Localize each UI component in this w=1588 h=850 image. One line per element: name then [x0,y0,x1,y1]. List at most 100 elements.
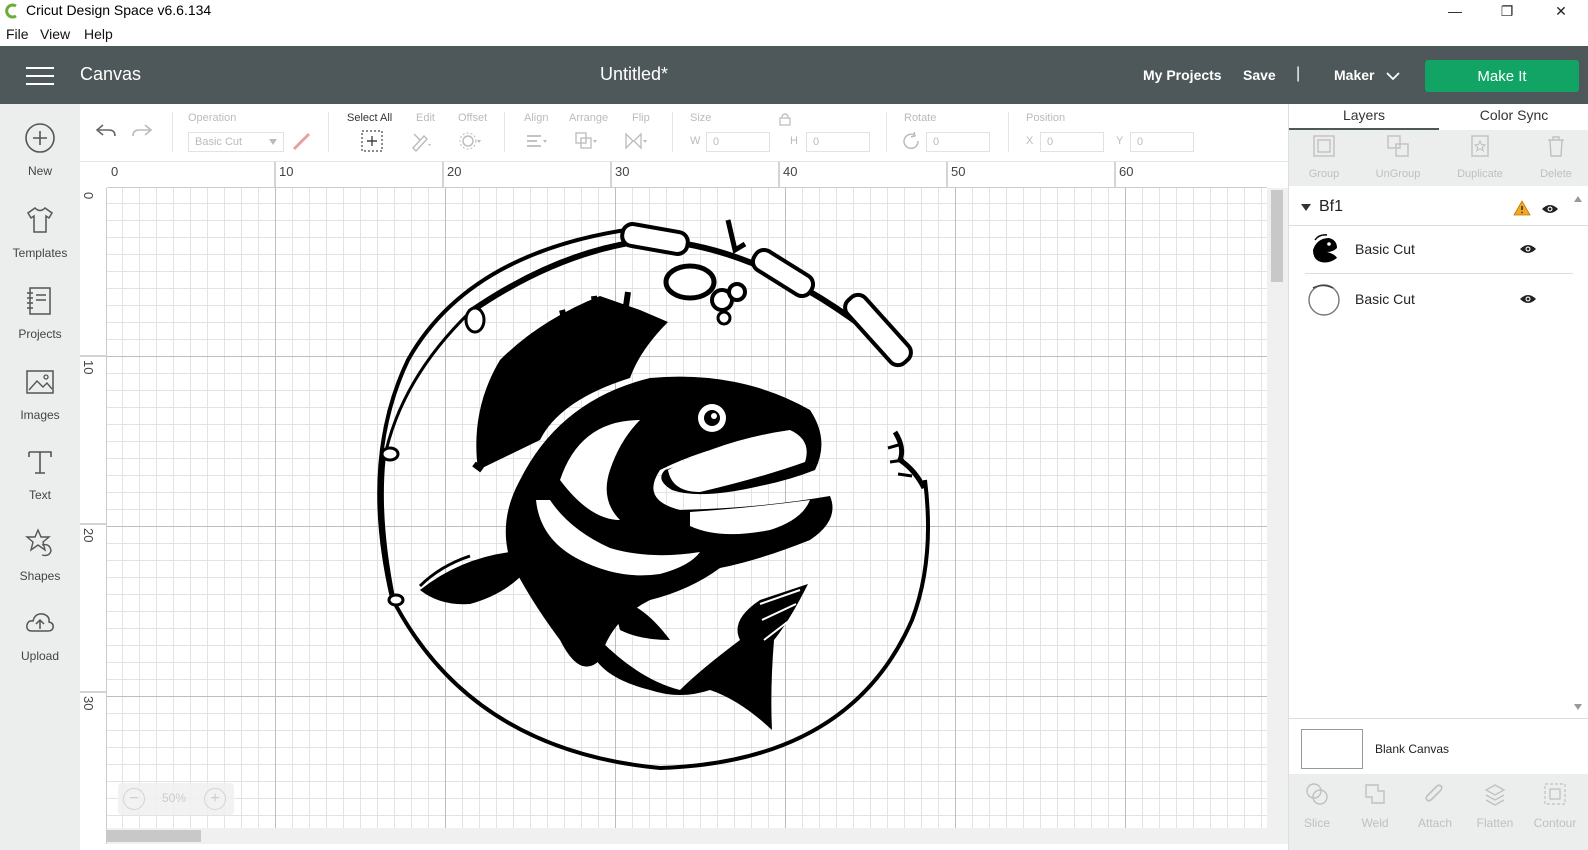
sidebar-images-label: Images [20,408,60,422]
offset-label: Offset [458,112,488,124]
group-icon [1313,135,1335,157]
window-title: Cricut Design Space v6.6.134 [26,2,212,18]
document-title[interactable]: Untitled* [600,64,668,85]
zoom-control: − 50% + [118,783,234,815]
operation-select[interactable]: Basic Cut [188,132,284,152]
canvas-horizontal-scrollbar[interactable] [107,828,1267,844]
cricut-logo-icon [5,3,17,19]
width-value: 0 [713,136,720,148]
eye-icon[interactable] [1519,243,1537,255]
cloud-upload-icon [26,613,54,632]
make-it-button[interactable]: Make It [1425,60,1579,92]
minimize-button[interactable]: — [1432,0,1478,22]
rotate-icon[interactable] [900,130,924,152]
chevron-down-icon [1386,72,1400,81]
my-projects-link[interactable]: My Projects [1143,67,1222,83]
sidebar-new[interactable]: New [0,116,80,188]
select-all-label: Select All [347,112,393,124]
duplicate-button[interactable]: Duplicate [1445,132,1515,184]
notebook-icon [27,287,51,315]
sidebar-templates-label: Templates [12,246,68,260]
menu-file[interactable]: File [6,26,29,42]
redo-icon[interactable] [130,120,154,142]
scroll-down-icon[interactable] [1574,704,1582,710]
shapes-icon [25,528,52,557]
zoom-in-button[interactable]: + [204,788,226,810]
width-input[interactable]: 0 [706,132,770,152]
ungroup-button[interactable]: UnGroup [1363,132,1433,184]
sidebar-upload[interactable]: Upload [0,601,80,673]
arrange-icon[interactable] [574,130,598,152]
flatten-label: Flatten [1476,816,1514,830]
flip-icon[interactable] [624,130,648,152]
position-label: Position [1026,112,1066,124]
sidebar-images[interactable]: Images [0,360,80,432]
close-button[interactable]: ✕ [1538,0,1584,22]
layer-actions-bar: Group UnGroup Duplicate Delete [1289,130,1588,186]
picture-icon [26,370,54,394]
layer-group-row[interactable]: Bf1 [1289,192,1588,226]
zoom-level: 50% [162,791,187,805]
select-all-icon[interactable] [360,130,384,152]
zoom-out-button[interactable]: − [123,788,145,810]
ruler-corner [80,162,107,188]
sidebar-text[interactable]: Text [0,440,80,512]
attach-button[interactable]: Attach [1407,780,1463,842]
scrollbar-thumb[interactable] [107,830,201,842]
hamburger-menu-icon[interactable] [26,67,54,85]
position-x-input[interactable]: 0 [1040,132,1104,152]
size-w-label: W [690,135,701,147]
lock-icon[interactable] [779,112,791,126]
weld-icon [1365,784,1385,804]
blank-canvas-label: Blank Canvas [1375,742,1450,756]
canvas-vertical-scrollbar[interactable] [1267,188,1288,844]
attach-label: Attach [1417,816,1453,830]
menu-help[interactable]: Help [84,26,113,42]
position-y-input[interactable]: 0 [1130,132,1194,152]
height-input[interactable]: 0 [806,132,870,152]
machine-selector[interactable]: Maker [1334,67,1400,83]
slice-button[interactable]: Slice [1289,780,1345,842]
scroll-up-icon[interactable] [1574,196,1582,202]
undo-icon[interactable] [94,120,118,142]
menu-view[interactable]: View [40,26,70,42]
tab-color-sync[interactable]: Color Sync [1439,104,1588,130]
layers-scrollbar[interactable] [1571,192,1585,712]
contour-label: Contour [1533,816,1577,830]
scrollbar-thumb[interactable] [1271,190,1283,282]
eye-icon[interactable] [1519,293,1537,305]
sidebar-templates[interactable]: Templates [0,198,80,270]
position-y-label: Y [1116,135,1124,147]
layer-row[interactable]: Basic Cut [1305,274,1573,324]
delete-label: Delete [1540,168,1572,180]
contour-button[interactable]: Contour [1527,780,1583,842]
restore-icon: ❐ [1500,2,1514,19]
offset-icon[interactable] [458,130,482,152]
fish-design-artwork[interactable] [107,188,1267,844]
restore-button[interactable]: ❐ [1484,0,1530,22]
align-icon[interactable] [524,130,548,152]
save-link[interactable]: Save [1243,67,1276,83]
path-actions-bar: Slice Weld Attach Flatten Contour [1289,774,1588,850]
color-pen-icon[interactable] [290,130,314,152]
warning-icon[interactable] [1513,200,1531,216]
layers-panel: Layers Color Sync Group UnGroup Duplicat… [1288,104,1588,850]
canvas-color-swatch[interactable] [1301,729,1363,769]
tab-layers[interactable]: Layers [1289,104,1439,130]
blank-canvas-row[interactable]: Blank Canvas [1289,718,1588,778]
size-label: Size [690,112,712,124]
layer-row[interactable]: Basic Cut [1305,224,1573,274]
eye-icon[interactable] [1541,203,1559,215]
machine-label: Maker [1334,67,1375,83]
delete-button[interactable]: Delete [1521,132,1588,184]
rotate-input[interactable]: 0 [926,132,990,152]
edit-tools-icon[interactable] [410,130,434,152]
collapse-triangle-icon[interactable] [1301,204,1311,212]
sidebar-shapes[interactable]: Shapes [0,521,80,593]
window-title-bar: Cricut Design Space v6.6.134 — ❐ ✕ [0,0,1588,22]
design-canvas[interactable] [107,188,1267,844]
weld-button[interactable]: Weld [1347,780,1403,842]
flatten-button[interactable]: Flatten [1467,780,1523,842]
group-button[interactable]: Group [1289,132,1359,184]
sidebar-projects[interactable]: Projects [0,279,80,351]
